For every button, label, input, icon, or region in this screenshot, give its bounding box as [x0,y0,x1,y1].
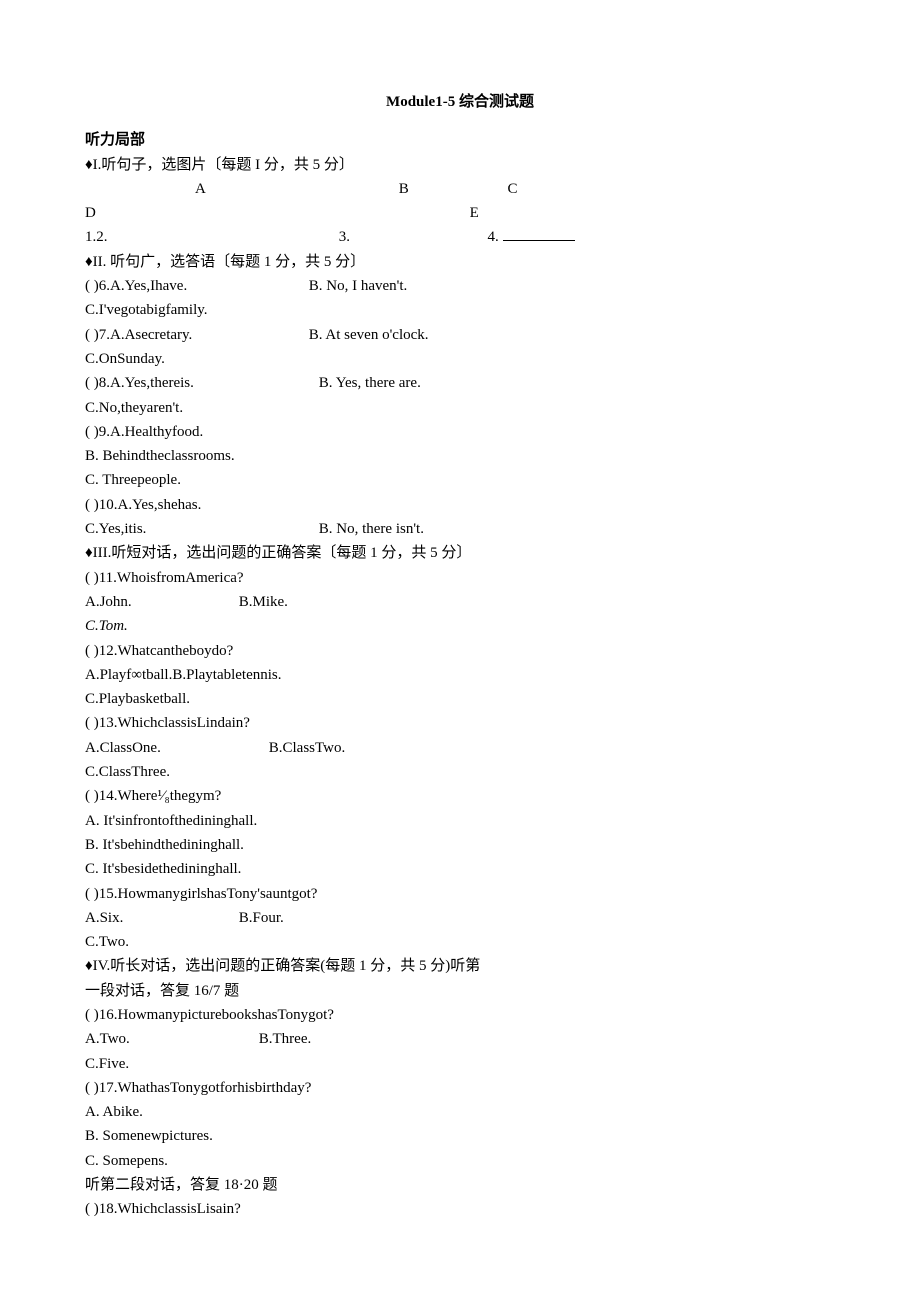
image-labels-row2: D E [85,201,835,225]
q13-c: C.ClassThree. [85,760,835,784]
q12-ab: A.Playf∞tball.B.Playtabletennis. [85,663,835,687]
label-e: E [470,205,479,221]
q11-c: C.Tom. [85,614,835,638]
q18-q: ( )18.WhichclassisLisain? [85,1197,835,1221]
section2-instruction: ♦II. 听句广，选答语〔每题 1 分，共 5 分〕 [85,250,835,274]
q8-row: ( )8.A.Yes,thereis. B. Yes, there are. [85,371,835,395]
q11-q: ( )11.WhoisfromAmerica? [85,566,835,590]
q7-b: B. At seven o'clock. [309,327,429,343]
q6-b: B. No, I haven't. [309,278,408,294]
q17-b: B. Somenewpictures. [85,1124,835,1148]
num-3: 3. [339,225,484,249]
q13-row: A.ClassOne. B.ClassTwo. [85,736,835,760]
q7-c: C.OnSunday. [85,347,835,371]
q16-c: C.Five. [85,1052,835,1076]
q13-a: A.ClassOne. [85,736,265,760]
q13-b: B.ClassTwo. [269,740,345,756]
q9-b: B. Behindtheclassrooms. [85,444,835,468]
q7-row: ( )7.A.Asecretary. B. At seven o'clock. [85,323,835,347]
section4-instruction: ♦IV.听长对话，选出问题的正确答案(每题 1 分，共 5 分)听第一段对话，答… [85,954,485,1003]
blank-underline[interactable] [503,225,575,241]
dialogue2-note: 听第二段对话，答复 18·20 题 [85,1173,835,1197]
q6-a: ( )6.A.Yes,Ihave. [85,274,305,298]
q15-b: B.Four. [239,910,284,926]
label-d: D [85,205,96,221]
label-a: A [195,181,205,197]
q16-q: ( )16.HowmanypicturebookshasTonygot? [85,1003,835,1027]
q16-row: A.Two. B.Three. [85,1027,835,1051]
section1-instruction: ♦I.听句子，选图片〔每题 I 分，共 5 分〕 [85,153,835,177]
q12-q: ( )12.Whatcantheboydo? [85,639,835,663]
q14-c: C. It'sbesidethedininghall. [85,857,835,881]
q10-c: C.Yes,itis. [85,517,315,541]
q17-a: A. Abike. [85,1100,835,1124]
q8-a: ( )8.A.Yes,thereis. [85,371,315,395]
blank-answer-row: 1.2. 3. 4. [85,225,835,249]
q10-b: B. No, there isn't. [319,521,424,537]
q10-row: C.Yes,itis. B. No, there isn't. [85,517,835,541]
q6-row: ( )6.A.Yes,Ihave. B. No, I haven't. [85,274,835,298]
q14-q: ( )14.Where¹⁄₈thegym? [85,784,835,808]
q6-c: C.I'vegotabigfamily. [85,298,835,322]
q7-a: ( )7.A.Asecretary. [85,323,305,347]
q15-q: ( )15.HowmanygirlshasTony'sauntgot? [85,882,835,906]
q11-a: A.John. [85,590,235,614]
q15-row: A.Six. B.Four. [85,906,835,930]
q14-a: A. It'sinfrontofthedininghall. [85,809,835,833]
q10-a: ( )10.A.Yes,shehas. [85,493,835,517]
q13-q: ( )13.WhichclassisLindain? [85,711,835,735]
num-4: 4. [488,229,499,245]
q11-row: A.John. B.Mike. [85,590,835,614]
label-c: C [508,181,518,197]
q8-b: B. Yes, there are. [319,375,421,391]
q16-b: B.Three. [259,1031,311,1047]
listening-header: 听力局部 [85,128,835,152]
q9-c: C. Threepeople. [85,468,835,492]
q17-q: ( )17.WhathasTonygotforhisbirthday? [85,1076,835,1100]
q11-b: B.Mike. [239,594,288,610]
q17-c: C. Somepens. [85,1149,835,1173]
q16-a: A.Two. [85,1027,255,1051]
page-title: Module1-5 综合测试题 [85,90,835,114]
label-b: B [399,181,409,197]
section3-instruction: ♦III.听短对话，选出问题的正确答案〔每题 1 分，共 5 分〕 [85,541,835,565]
image-labels-row1: A B C [85,177,835,201]
q15-a: A.Six. [85,906,235,930]
q8-c: C.No,theyaren't. [85,396,835,420]
q15-c: C.Two. [85,930,835,954]
num-1-2: 1.2. [85,225,335,249]
q12-c: C.Playbasketball. [85,687,835,711]
q14-b: B. It'sbehindthedininghall. [85,833,835,857]
q9-a: ( )9.A.Healthyfood. [85,420,835,444]
